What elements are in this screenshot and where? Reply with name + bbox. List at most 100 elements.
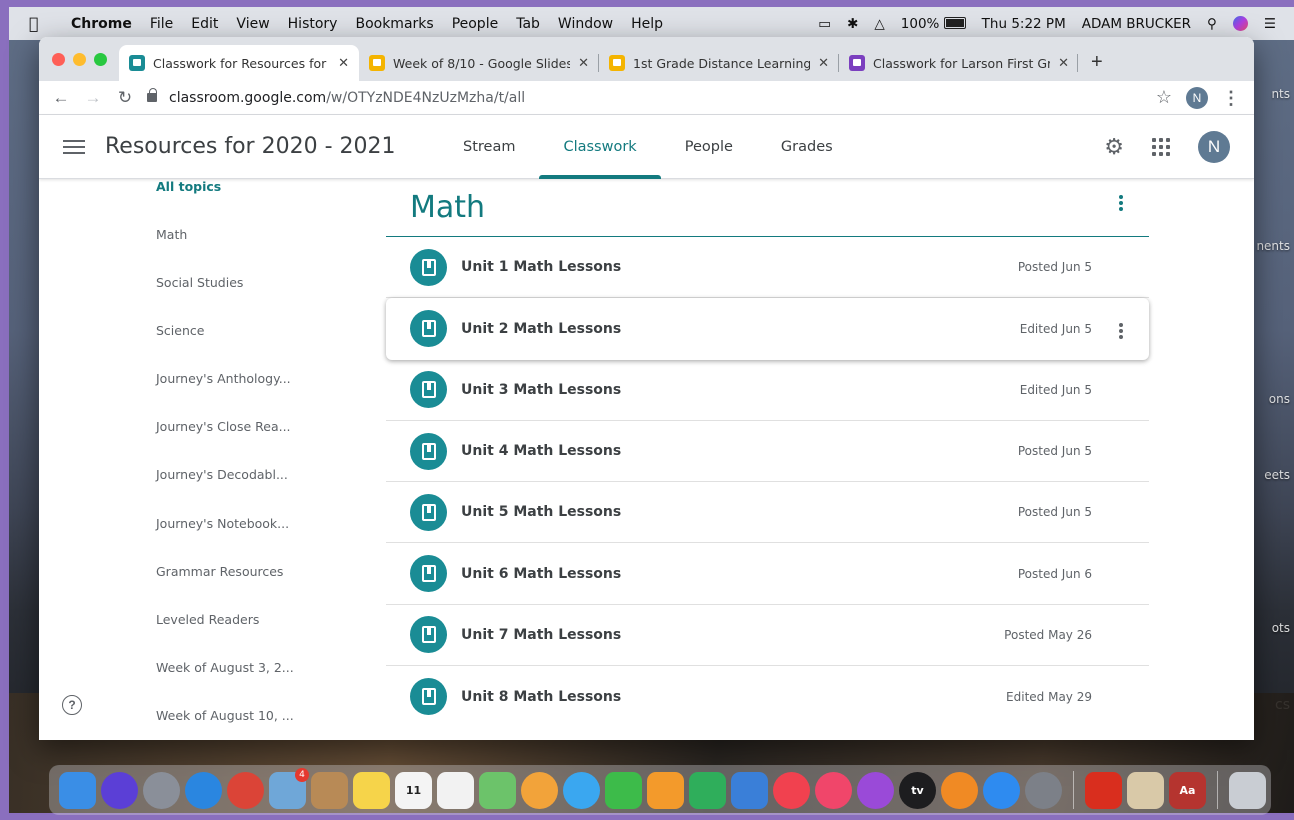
material-row[interactable]: Unit 6 Math Lessons Posted Jun 6 xyxy=(386,543,1149,605)
course-title[interactable]: Resources for 2020 - 2021 xyxy=(105,134,396,159)
topic-item[interactable]: Week of August 10, ... xyxy=(156,692,356,740)
close-window-button[interactable] xyxy=(52,53,65,66)
pages-icon[interactable] xyxy=(647,771,684,809)
browser-tab-classwork-larson[interactable]: Classwork for Larson First Gra ✕ xyxy=(839,45,1079,81)
menu-view[interactable]: View xyxy=(236,16,269,32)
material-row[interactable]: Unit 5 Math Lessons Posted Jun 5 xyxy=(386,482,1149,544)
material-row[interactable]: Unit 2 Math Lessons Edited Jun 5 xyxy=(386,298,1149,360)
clock[interactable]: Thu 5:22 PM xyxy=(982,16,1066,32)
new-tab-button[interactable]: + xyxy=(1091,51,1103,74)
section-title[interactable]: Math xyxy=(386,179,1149,237)
music-icon[interactable] xyxy=(815,771,852,809)
profile-avatar[interactable]: N xyxy=(1186,86,1208,109)
topic-item[interactable]: Journey's Anthology... xyxy=(156,354,356,402)
tab-grades[interactable]: Grades xyxy=(757,115,857,179)
books-icon[interactable] xyxy=(941,771,978,809)
airplay-icon[interactable]: ▭ xyxy=(818,16,831,32)
apple-tv-icon[interactable]: tv xyxy=(899,771,936,809)
back-arrow-icon[interactable]: ← xyxy=(45,88,77,108)
browser-tab-google-slides[interactable]: Week of 8/10 - Google Slides ✕ xyxy=(359,45,599,81)
topic-item[interactable]: Leveled Readers xyxy=(156,595,356,643)
spotlight-search-icon[interactable]: ⚲ xyxy=(1207,16,1217,32)
help-icon[interactable]: ? xyxy=(62,695,82,715)
preview-icon[interactable]: 4 xyxy=(269,767,309,809)
messages-icon[interactable] xyxy=(563,771,600,809)
topic-item[interactable]: Math xyxy=(156,210,356,258)
tab-close-icon[interactable]: ✕ xyxy=(338,56,349,71)
numbers-icon[interactable] xyxy=(689,771,726,809)
tab-classwork[interactable]: Classwork xyxy=(539,115,661,179)
maps-icon[interactable] xyxy=(479,771,516,809)
finder-icon[interactable] xyxy=(59,771,96,809)
apple-menu-icon[interactable]:  xyxy=(29,14,57,33)
topic-item[interactable]: Journey's Notebook... xyxy=(156,499,356,547)
menu-tab[interactable]: Tab xyxy=(516,16,540,32)
menu-file[interactable]: File xyxy=(150,16,173,32)
material-row[interactable]: Unit 8 Math Lessons Edited May 29 xyxy=(386,666,1149,727)
calendar-icon[interactable]: 11 xyxy=(395,771,432,809)
tab-close-icon[interactable]: ✕ xyxy=(818,56,829,71)
menu-window[interactable]: Window xyxy=(558,16,613,32)
chrome-icon[interactable] xyxy=(227,771,264,809)
bluetooth-icon[interactable]: ✱ xyxy=(847,16,858,32)
material-row[interactable]: Unit 4 Math Lessons Posted Jun 5 xyxy=(386,421,1149,483)
topic-item[interactable]: Journey's Decodabl... xyxy=(156,451,356,499)
material-row[interactable]: Unit 7 Math Lessons Posted May 26 xyxy=(386,605,1149,667)
menu-bookmarks[interactable]: Bookmarks xyxy=(355,16,433,32)
launchpad-icon[interactable] xyxy=(143,771,180,809)
account-avatar[interactable]: N xyxy=(1198,131,1230,163)
material-row[interactable]: Unit 3 Math Lessons Edited Jun 5 xyxy=(386,360,1149,421)
address-bar[interactable]: classroom.google.com/w/OTYzNDE4NzUzMzha/… xyxy=(147,88,525,106)
topic-item[interactable]: Week of August 3, 2... xyxy=(156,644,356,692)
facetime-icon[interactable] xyxy=(605,771,642,809)
user-name[interactable]: ADAM BRUCKER xyxy=(1082,16,1191,32)
reminders-icon[interactable] xyxy=(437,771,474,809)
battery-status[interactable]: 100% xyxy=(901,16,966,32)
dictionary-icon[interactable]: Aa xyxy=(1169,771,1206,809)
class-settings-gear-icon[interactable]: ⚙ xyxy=(1104,134,1124,160)
keynote-icon[interactable] xyxy=(731,771,768,809)
notes-icon[interactable] xyxy=(353,771,390,809)
tab-close-icon[interactable]: ✕ xyxy=(578,56,589,71)
material-more-options-icon[interactable] xyxy=(1119,321,1123,341)
browser-tab-distance-learning[interactable]: 1st Grade Distance Learning - ✕ xyxy=(599,45,839,81)
menu-people[interactable]: People xyxy=(452,16,499,32)
google-apps-icon[interactable] xyxy=(1152,138,1170,156)
browser-tab-classwork-resources[interactable]: Classwork for Resources for 20 ✕ xyxy=(119,45,359,81)
news-icon[interactable] xyxy=(773,771,810,809)
menu-help[interactable]: Help xyxy=(631,16,663,32)
material-row[interactable]: Unit 1 Math Lessons Posted Jun 5 xyxy=(386,237,1149,299)
notification-center-icon[interactable]: ☰ xyxy=(1264,16,1276,32)
safari-icon[interactable] xyxy=(185,771,222,809)
section-more-options-icon[interactable] xyxy=(1119,193,1125,213)
photos-icon[interactable] xyxy=(521,771,558,809)
topic-item[interactable]: Social Studies xyxy=(156,258,356,306)
menu-edit[interactable]: Edit xyxy=(191,16,218,32)
minimize-window-button[interactable] xyxy=(73,53,86,66)
topic-item[interactable]: Journey's Close Rea... xyxy=(156,403,356,451)
wifi-icon[interactable]: △ xyxy=(874,16,884,32)
trash-icon[interactable] xyxy=(1229,771,1266,809)
bookmark-star-icon[interactable]: ☆ xyxy=(1156,87,1172,108)
main-menu-icon[interactable] xyxy=(63,136,85,158)
siri-icon[interactable] xyxy=(101,771,138,809)
topic-item[interactable]: Science xyxy=(156,306,356,354)
menu-history[interactable]: History xyxy=(288,16,338,32)
chrome-menu-icon[interactable]: ⋮ xyxy=(1222,89,1240,107)
menu-app-chrome[interactable]: Chrome xyxy=(71,16,132,32)
system-preferences-icon[interactable] xyxy=(1025,771,1062,809)
maximize-window-button[interactable] xyxy=(94,53,107,66)
topic-item[interactable]: Grammar Resources xyxy=(156,547,356,595)
app-store-icon[interactable] xyxy=(983,771,1020,809)
tab-people[interactable]: People xyxy=(661,115,757,179)
topic-all-topics[interactable]: All topics xyxy=(156,179,356,195)
forward-arrow-icon[interactable]: → xyxy=(77,88,109,108)
document-icon[interactable] xyxy=(1127,771,1164,809)
reload-icon[interactable]: ↻ xyxy=(109,88,141,108)
tab-stream[interactable]: Stream xyxy=(439,115,539,179)
acrobat-icon[interactable] xyxy=(1085,771,1122,809)
tab-close-icon[interactable]: ✕ xyxy=(1058,56,1069,71)
siri-icon[interactable] xyxy=(1232,16,1248,31)
contacts-icon[interactable] xyxy=(311,771,348,809)
podcasts-icon[interactable] xyxy=(857,771,894,809)
